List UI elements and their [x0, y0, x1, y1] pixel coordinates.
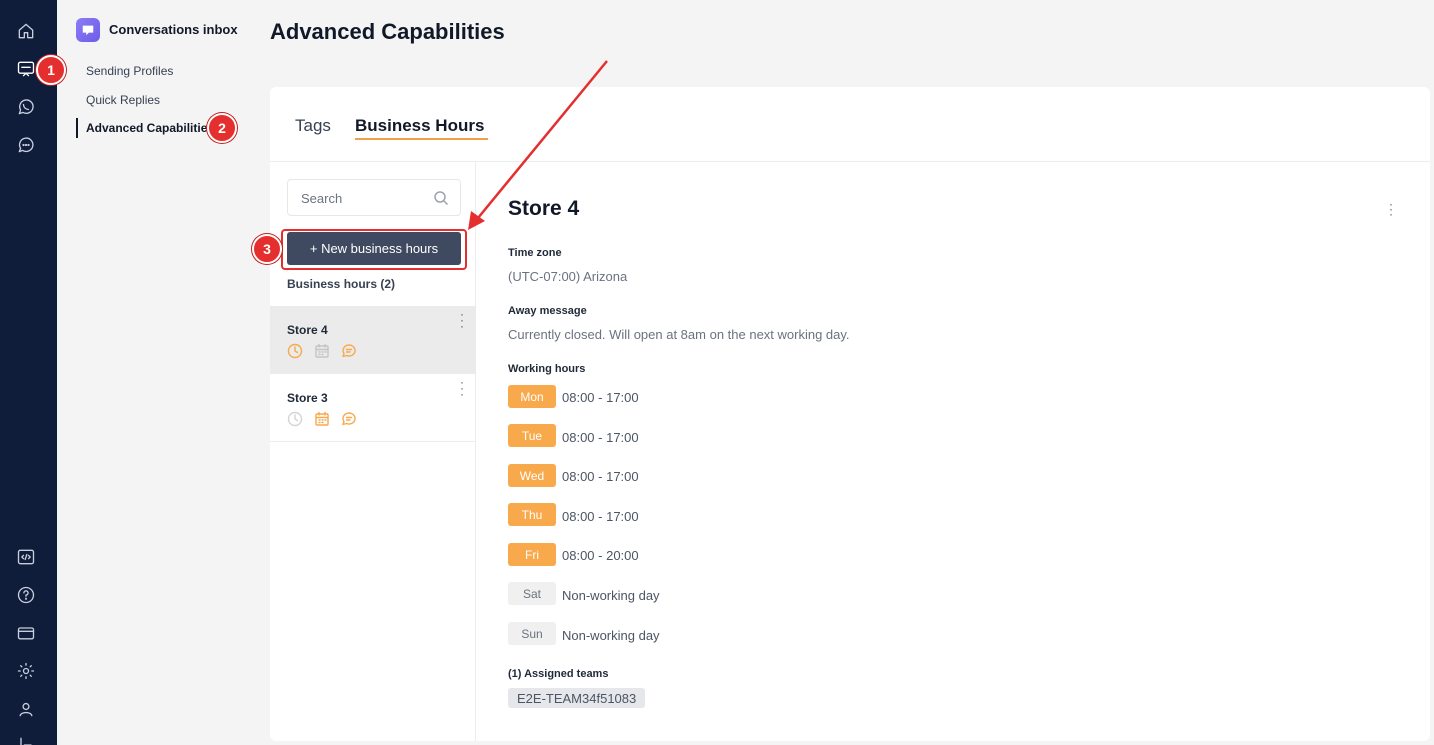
day-badge-mon: Mon	[508, 385, 556, 408]
collapse-icon[interactable]	[14, 733, 38, 745]
day-badge-sun: Sun	[508, 622, 556, 645]
profile-icon[interactable]	[14, 697, 38, 721]
list-item-store-3[interactable]: Store 3 · · ·	[270, 374, 476, 442]
whatsapp-icon[interactable]	[14, 95, 38, 119]
list-item-name: Store 3	[287, 391, 328, 405]
hours-thu: 08:00 - 17:00	[562, 509, 639, 524]
secondary-nav: Conversations inbox Sending Profiles Qui…	[57, 0, 257, 745]
tab-bar: Tags Business Hours	[270, 87, 1430, 162]
nav-item-quick-replies[interactable]: Quick Replies	[86, 93, 160, 107]
timezone-value: (UTC-07:00) Arizona	[508, 269, 628, 284]
hours-fri: 08:00 - 20:00	[562, 548, 639, 563]
new-business-hours-button[interactable]: + New business hours	[287, 232, 461, 265]
detail-more-options-icon[interactable]: · · ·	[1388, 198, 1394, 220]
annotation-badge-1: 1	[36, 55, 66, 85]
active-nav-indicator	[76, 118, 78, 138]
day-badge-fri: Fri	[508, 543, 556, 566]
billing-icon[interactable]	[14, 621, 38, 645]
working-hours-label: Working hours	[508, 363, 586, 375]
away-message-label: Away message	[508, 305, 587, 317]
search-placeholder: Search	[301, 191, 343, 206]
clock-icon	[287, 343, 303, 364]
active-tab-underline	[355, 138, 488, 140]
hours-tue: 08:00 - 17:00	[562, 430, 639, 445]
tab-tags[interactable]: Tags	[295, 116, 331, 136]
hours-sat: Non-working day	[562, 588, 660, 603]
hours-wed: 08:00 - 17:00	[562, 469, 639, 484]
inbox-title: Conversations inbox	[109, 22, 238, 37]
day-badge-tue: Tue	[508, 424, 556, 447]
message-icon	[341, 411, 357, 432]
annotation-badge-3: 3	[252, 234, 282, 264]
more-options-icon[interactable]: · · ·	[458, 376, 466, 400]
assigned-teams-label: (1) Assigned teams	[508, 668, 609, 680]
help-icon[interactable]	[14, 583, 38, 607]
annotation-badge-2: 2	[207, 113, 237, 143]
business-hours-count: Business hours (2)	[287, 277, 396, 291]
search-icon	[433, 190, 449, 206]
list-item-store-4[interactable]: Store 4 · · ·	[270, 306, 476, 374]
conversations-inbox-icon	[76, 18, 100, 42]
more-options-icon[interactable]: · · ·	[458, 308, 466, 332]
detail-title: Store 4	[508, 197, 580, 220]
calendar-icon	[314, 343, 330, 364]
chat-icon[interactable]	[14, 133, 38, 157]
day-badge-wed: Wed	[508, 464, 556, 487]
away-message-value: Currently closed. Will open at 8am on th…	[508, 327, 850, 342]
content-card: Tags Business Hours Search + New busines…	[270, 87, 1430, 741]
message-icon	[341, 343, 357, 364]
hours-sun: Non-working day	[562, 628, 660, 643]
team-chip: E2E-TEAM34f51083	[508, 688, 646, 708]
inbox-icon[interactable]	[14, 57, 38, 81]
hours-mon: 08:00 - 17:00	[562, 390, 639, 405]
settings-icon[interactable]	[14, 659, 38, 683]
app-rail	[0, 0, 57, 745]
day-badge-sat: Sat	[508, 582, 556, 605]
search-input[interactable]: Search	[287, 179, 461, 216]
clock-icon	[287, 411, 303, 432]
list-item-name: Store 4	[287, 323, 328, 337]
tab-business-hours[interactable]: Business Hours	[355, 116, 484, 136]
page-title: Advanced Capabilities	[270, 19, 505, 44]
business-hours-list: Search + New business hours Business hou…	[270, 162, 476, 741]
business-hours-detail: Store 4 · · · Time zone (UTC-07:00) Arizon…	[508, 162, 1408, 741]
nav-item-sending-profiles[interactable]: Sending Profiles	[86, 64, 173, 78]
code-icon[interactable]	[14, 545, 38, 569]
day-badge-thu: Thu	[508, 503, 556, 526]
home-icon[interactable]	[14, 19, 38, 43]
nav-item-advanced-capabilities[interactable]: Advanced Capabilities	[86, 121, 214, 135]
calendar-icon	[314, 411, 330, 432]
timezone-label: Time zone	[508, 247, 562, 259]
